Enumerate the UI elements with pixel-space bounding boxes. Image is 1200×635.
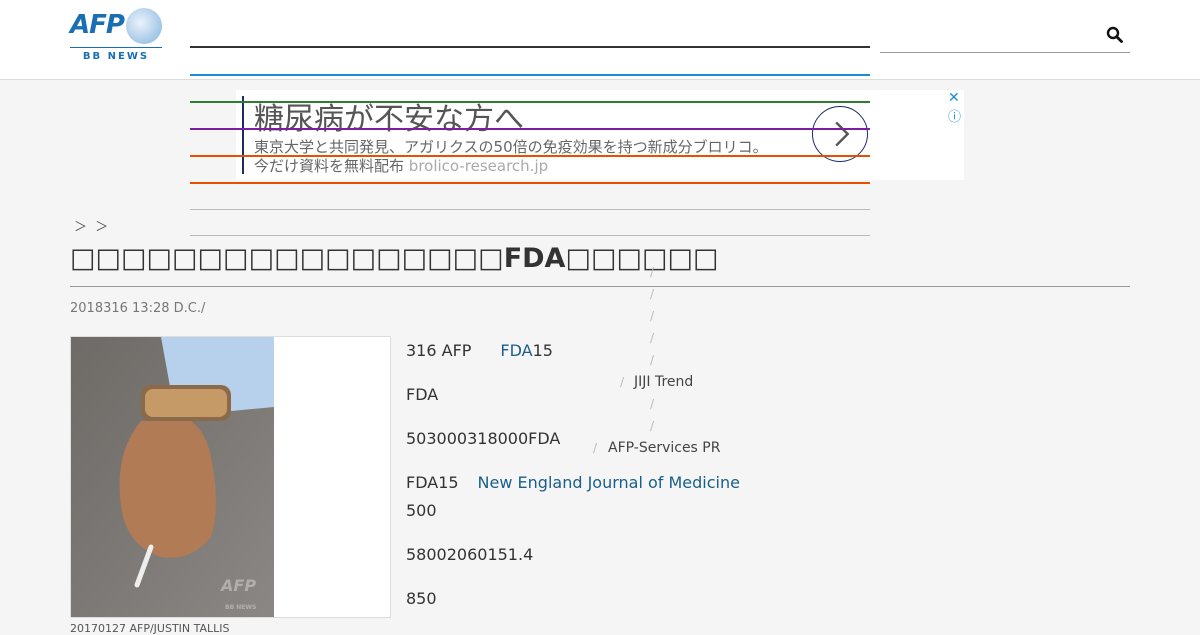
- nav-rule-2: [190, 74, 870, 76]
- paragraph-3: 503000318000FDA: [406, 429, 561, 448]
- advertisement-banner[interactable]: 糖尿病が不安な方へ 東京大学と共同発見、アガリクスの50倍の免疫効果を持つ新成分…: [236, 90, 964, 180]
- ad-description: 東京大学と共同発見、アガリクスの50倍の免疫効果を持つ新成分ブロリコ。: [254, 138, 768, 156]
- related-item-afp-services[interactable]: AFP-Services PR: [608, 440, 720, 456]
- breadcrumb[interactable]: ＞ ＞: [74, 216, 110, 235]
- nejm-link[interactable]: New England Journal of Medicine: [478, 473, 740, 492]
- photo-image: AFP BB NEWS: [71, 337, 274, 617]
- site-header: AFP BB NEWS: [0, 0, 1200, 80]
- paragraph-5: 500: [406, 501, 437, 520]
- paragraph-4-text: FDA15: [406, 473, 459, 492]
- photo-caption: 20170127 AFP/JUSTIN TALLIS: [70, 622, 230, 635]
- nav-rule-1: [190, 46, 870, 48]
- related-separator: /: [650, 331, 655, 345]
- nav-rule-7: [190, 209, 870, 210]
- svg-text:AFP: AFP: [219, 576, 256, 595]
- paragraph-1-text: 316 AFP: [406, 341, 472, 360]
- nav-rule-3: [190, 101, 870, 103]
- title-text: FDA: [503, 243, 566, 274]
- related-separator: /: [650, 353, 655, 367]
- logo-text: AFP: [70, 10, 125, 40]
- article-photo[interactable]: AFP BB NEWS: [70, 336, 391, 618]
- fda-link[interactable]: FDA: [500, 341, 532, 360]
- nav-rule-4: [190, 128, 870, 130]
- logo-divider: [70, 47, 162, 48]
- related-separator: /: [650, 419, 655, 433]
- related-separator: /: [650, 287, 655, 301]
- related-separator: /: [620, 375, 625, 389]
- paragraph-4: FDA15 New England Journal of Medicine: [406, 473, 740, 492]
- afpbb-logo[interactable]: AFP BB NEWS: [70, 8, 162, 64]
- ad-info-icon[interactable]: ⓘ: [948, 106, 961, 125]
- ad-accent-bar: [242, 96, 244, 174]
- paragraph-7: 850: [406, 589, 437, 608]
- search-icon[interactable]: [1106, 26, 1124, 44]
- related-separator: /: [650, 397, 655, 411]
- logo-subtitle: BB NEWS: [82, 51, 150, 62]
- title-glyphs: □□□□□□□□□□□□□□□□□: [70, 243, 504, 274]
- chevron-right-icon[interactable]: [812, 106, 868, 162]
- page-title: □□□□□□□□□□□□□□□□□FDA□□□□□□: [70, 243, 719, 274]
- globe-icon: [126, 8, 162, 44]
- ad-close-icon[interactable]: ✕: [948, 90, 960, 106]
- paragraph-6: 58002060151.4: [406, 545, 534, 564]
- paragraph-2: FDA: [406, 385, 439, 404]
- ad-description-2: 今だけ資料を無料配布 brolico-research.jp: [254, 155, 548, 176]
- svg-text:BB NEWS: BB NEWS: [225, 604, 256, 611]
- ad-description-cta: 今だけ資料を無料配布: [254, 157, 405, 175]
- nav-rule-5: [190, 155, 870, 157]
- title-glyphs-2: □□□□□□: [565, 243, 719, 274]
- related-item-jiji-trend[interactable]: JIJI Trend: [634, 374, 693, 390]
- related-separator: /: [593, 441, 598, 455]
- related-separator: /: [650, 309, 655, 323]
- nav-rule-6: [190, 182, 870, 184]
- ad-url[interactable]: brolico-research.jp: [409, 157, 548, 175]
- title-divider: [70, 286, 1130, 287]
- paragraph-1-after: 15: [532, 341, 553, 360]
- paragraph-1: 316 AFP FDA15: [406, 341, 553, 360]
- search-input[interactable]: [880, 52, 1130, 53]
- nav-rule-8: [190, 235, 870, 236]
- article-dateline: 2018316 13:28 D.C./: [70, 301, 206, 316]
- related-separator: /: [650, 265, 655, 279]
